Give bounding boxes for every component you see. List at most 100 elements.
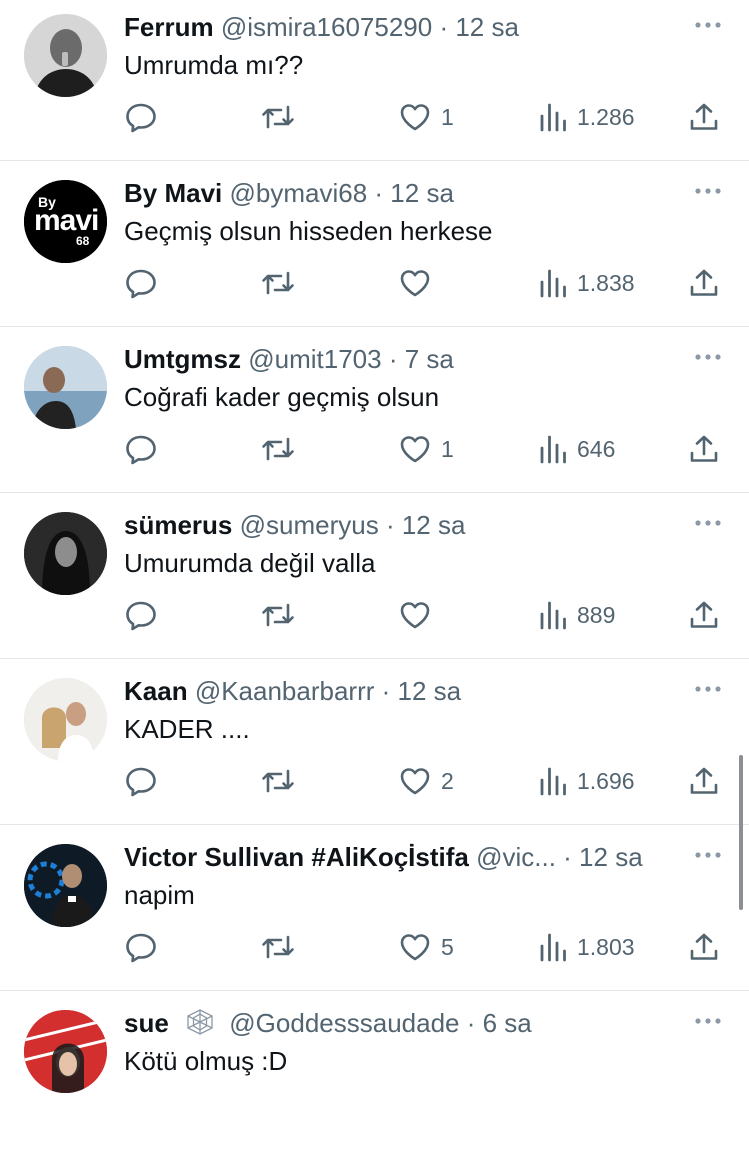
like-button[interactable] xyxy=(399,261,441,305)
more-options-icon[interactable] xyxy=(693,680,723,698)
avatar[interactable]: By mavi 68 xyxy=(24,180,107,263)
tweet[interactable]: Ferrum @ismira16075290 · 12 sa Umrumda m… xyxy=(0,0,749,161)
reply-button[interactable] xyxy=(124,925,168,969)
more-options-icon[interactable] xyxy=(693,846,723,864)
timeline: Ferrum @ismira16075290 · 12 sa Umrumda m… xyxy=(0,0,749,1157)
tweet[interactable]: sümerus @sumeryus · 12 sa Umurumda değil… xyxy=(0,493,749,659)
like-count: 2 xyxy=(441,767,454,794)
display-name[interactable]: Umtgmsz xyxy=(124,344,241,374)
timestamp[interactable]: 6 sa xyxy=(483,1008,532,1038)
timestamp[interactable]: 12 sa xyxy=(398,676,462,706)
timestamp[interactable]: 12 sa xyxy=(455,12,519,42)
reply-button[interactable] xyxy=(124,95,168,139)
tweet-header: By Mavi @bymavi68 · 12 sa xyxy=(124,176,669,210)
timestamp[interactable]: 7 sa xyxy=(405,344,454,374)
reply-button[interactable] xyxy=(124,593,168,637)
reply-icon xyxy=(124,599,158,631)
views-button[interactable]: 1.838 xyxy=(539,261,635,305)
avatar[interactable] xyxy=(24,512,107,595)
more-options-icon[interactable] xyxy=(693,16,723,34)
reply-button[interactable] xyxy=(124,427,168,471)
tweet[interactable]: Kaan @Kaanbarbarrr · 12 sa KADER .... 2 … xyxy=(0,659,749,825)
user-handle[interactable]: @ismira16075290 xyxy=(221,12,432,42)
like-button[interactable]: 2 xyxy=(399,759,454,803)
heart-icon xyxy=(399,434,431,464)
views-icon xyxy=(539,932,567,962)
tweet-text: napim xyxy=(124,880,195,910)
share-button[interactable] xyxy=(688,95,720,139)
reply-button[interactable] xyxy=(124,261,168,305)
share-button[interactable] xyxy=(688,925,720,969)
display-name[interactable]: sümerus xyxy=(124,510,232,540)
more-options-icon[interactable] xyxy=(693,348,723,366)
avatar[interactable] xyxy=(24,678,107,761)
like-button[interactable]: 1 xyxy=(399,95,454,139)
retweet-button[interactable] xyxy=(259,759,307,803)
views-icon xyxy=(539,268,567,298)
tweet-actions: 889 xyxy=(124,593,724,637)
user-handle[interactable]: @sumeryus xyxy=(240,510,379,540)
views-button[interactable]: 1.803 xyxy=(539,925,635,969)
timestamp[interactable]: 12 sa xyxy=(402,510,466,540)
like-button[interactable] xyxy=(399,593,441,637)
user-handle[interactable]: @bymavi68 xyxy=(230,178,368,208)
like-button[interactable]: 5 xyxy=(399,925,454,969)
share-icon xyxy=(688,433,720,465)
reply-button[interactable] xyxy=(124,759,168,803)
retweet-button[interactable] xyxy=(259,593,307,637)
more-options-icon[interactable] xyxy=(693,182,723,200)
tweet-actions: 1.838 xyxy=(124,261,724,305)
views-icon xyxy=(539,102,567,132)
share-button[interactable] xyxy=(688,593,720,637)
display-name[interactable]: Ferrum xyxy=(124,12,214,42)
share-button[interactable] xyxy=(688,427,720,471)
user-handle[interactable]: @Goddesssaudade xyxy=(229,1008,459,1038)
tweet[interactable]: sue @Goddesssaudade · 6 sa Kötü olmuş :D xyxy=(0,991,749,1157)
like-button[interactable]: 1 xyxy=(399,427,454,471)
tweet-text: KADER .... xyxy=(124,714,250,744)
tweet-header: sue @Goddesssaudade · 6 sa xyxy=(124,1006,669,1040)
retweet-button[interactable] xyxy=(259,95,307,139)
timestamp[interactable]: 12 sa xyxy=(390,178,454,208)
views-icon xyxy=(539,600,567,630)
timestamp[interactable]: 12 sa xyxy=(579,842,643,872)
views-button[interactable]: 1.286 xyxy=(539,95,635,139)
tweet[interactable]: Victor Sullivan #AliKoçİstifa @vic... · … xyxy=(0,825,749,991)
avatar[interactable] xyxy=(24,346,107,429)
tweet[interactable]: Umtgmsz @umit1703 · 7 sa Coğrafi kader g… xyxy=(0,327,749,493)
retweet-button[interactable] xyxy=(259,261,307,305)
like-count: 5 xyxy=(441,933,454,960)
views-button[interactable]: 1.696 xyxy=(539,759,635,803)
user-handle[interactable]: @vic... xyxy=(476,842,556,872)
share-button[interactable] xyxy=(688,261,720,305)
more-options-icon[interactable] xyxy=(693,1012,723,1030)
share-icon xyxy=(688,101,720,133)
user-handle[interactable]: @Kaanbarbarrr xyxy=(195,676,375,706)
avatar[interactable] xyxy=(24,844,107,927)
views-icon xyxy=(539,434,567,464)
heart-icon xyxy=(399,600,431,630)
scrollbar[interactable] xyxy=(739,755,743,910)
display-name[interactable]: Kaan xyxy=(124,676,188,706)
views-button[interactable]: 889 xyxy=(539,593,615,637)
separator: · xyxy=(374,178,391,208)
views-button[interactable]: 646 xyxy=(539,427,615,471)
retweet-button[interactable] xyxy=(259,427,307,471)
retweet-button[interactable] xyxy=(259,925,307,969)
share-icon xyxy=(688,599,720,631)
avatar[interactable] xyxy=(24,14,107,97)
display-name[interactable]: Victor Sullivan #AliKoçİstifa xyxy=(124,842,469,872)
more-options-icon[interactable] xyxy=(693,514,723,532)
avatar[interactable] xyxy=(24,1010,107,1093)
tweet-header: Umtgmsz @umit1703 · 7 sa xyxy=(124,342,669,376)
tweet[interactable]: By mavi 68 By Mavi @bymavi68 · 12 sa Geçmi… xyxy=(0,161,749,327)
display-name[interactable]: sue xyxy=(124,1008,169,1038)
user-handle[interactable]: @umit1703 xyxy=(248,344,381,374)
tweet-actions: 5 1.803 xyxy=(124,925,724,969)
heart-icon xyxy=(399,102,431,132)
display-name[interactable]: By Mavi xyxy=(124,178,222,208)
tweet-header: Ferrum @ismira16075290 · 12 sa xyxy=(124,10,669,44)
share-button[interactable] xyxy=(688,759,720,803)
separator: · xyxy=(381,676,398,706)
retweet-icon xyxy=(259,599,297,631)
